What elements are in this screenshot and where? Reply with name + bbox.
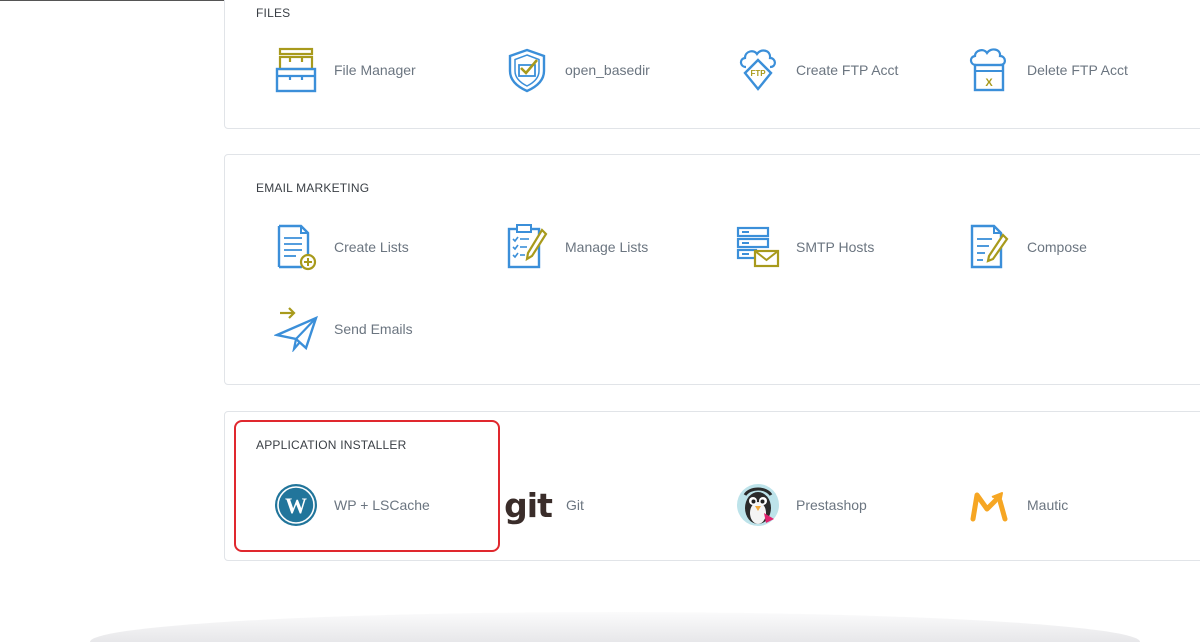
delete-ftp-label: Delete FTP Acct [1027,62,1128,78]
ftp-cloud-icon: FTP [735,47,781,93]
files-panel: FILES File Manager open_basedir FTP Crea… [224,0,1200,129]
svg-text:X: X [985,77,993,89]
ftp-delete-icon: X [966,47,1012,93]
git-tool[interactable]: git Git [504,480,584,530]
compose-icon [966,224,1012,270]
clipboard-checklist-icon [504,224,550,270]
panel-title-email-marketing: EMAIL MARKETING [256,181,370,195]
git-logo-text: git [504,485,553,525]
compose-label: Compose [1027,239,1087,255]
git-label: Git [566,497,584,513]
bottom-shadow [90,612,1140,642]
smtp-hosts-label: SMTP Hosts [796,239,875,255]
paper-plane-icon [273,306,319,352]
manage-lists-tool[interactable]: Manage Lists [504,222,648,272]
send-emails-tool[interactable]: Send Emails [273,304,413,354]
email-marketing-panel: EMAIL MARKETING Create Lists Manage List… [224,154,1200,385]
svg-text:FTP: FTP [750,69,766,78]
server-mail-icon [735,224,781,270]
create-ftp-tool[interactable]: FTP Create FTP Acct [735,45,898,95]
compose-tool[interactable]: Compose [966,222,1087,272]
delete-ftp-tool[interactable]: X Delete FTP Acct [966,45,1128,95]
mautic-tool[interactable]: Mautic [966,480,1068,530]
highlight-box [234,420,500,552]
open-basedir-tool[interactable]: open_basedir [504,45,650,95]
create-lists-label: Create Lists [334,239,409,255]
send-emails-label: Send Emails [334,321,413,337]
file-manager-icon [273,47,319,93]
create-lists-tool[interactable]: Create Lists [273,222,409,272]
shield-check-icon [504,47,550,93]
mautic-label: Mautic [1027,497,1069,513]
mautic-icon [966,482,1012,528]
create-list-icon [273,224,319,271]
file-manager-label: File Manager [334,62,416,78]
file-manager-tool[interactable]: File Manager [273,45,416,95]
smtp-hosts-tool[interactable]: SMTP Hosts [735,222,874,272]
prestashop-label: Prestashop [796,497,867,513]
open-basedir-label: open_basedir [565,62,650,78]
panel-title-files: FILES [256,6,291,20]
prestashop-tool[interactable]: Prestashop [735,480,867,530]
create-ftp-label: Create FTP Acct [796,62,899,78]
prestashop-icon [735,482,781,528]
git-icon: git [504,482,553,528]
manage-lists-label: Manage Lists [565,239,649,255]
